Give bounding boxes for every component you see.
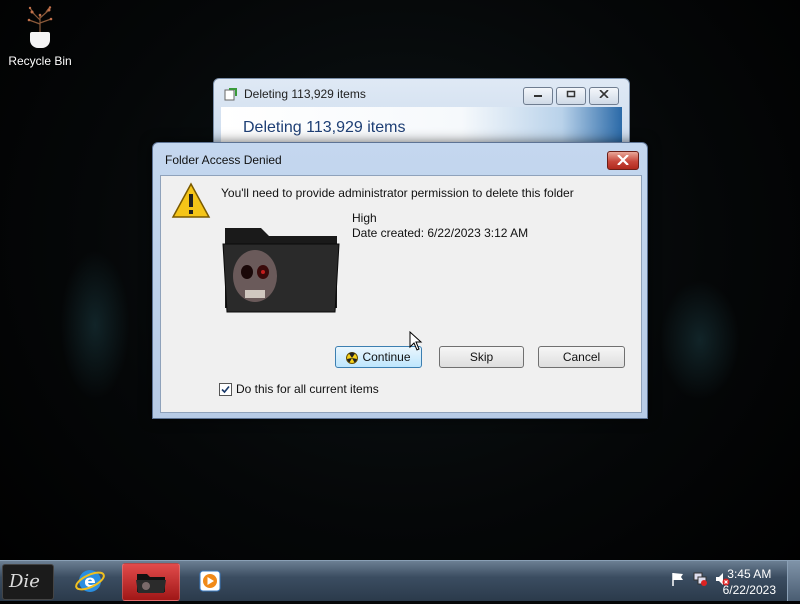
desktop-wallpaper-glow [60, 250, 130, 400]
apply-to-all-checkbox[interactable] [219, 382, 232, 396]
dialog-titlebar[interactable]: Folder Access Denied [153, 143, 647, 175]
media-player-icon [199, 570, 221, 592]
taskbar-clock[interactable]: 3:45 AM 6/22/2023 [723, 566, 776, 598]
show-desktop-button[interactable] [787, 561, 800, 601]
start-button[interactable]: Die [2, 564, 54, 600]
apply-to-all-row[interactable]: Do this for all current items [219, 382, 379, 396]
recycle-bin-icon [20, 6, 60, 50]
warning-icon [171, 182, 211, 218]
checkmark-icon [221, 385, 230, 393]
desktop-wallpaper-glow [660, 280, 740, 400]
dialog-message: You'll need to provide administrator per… [221, 186, 574, 200]
folder-name: High [352, 211, 377, 225]
taskbar: Die e 3:45 AM 6/22/2023 [0, 560, 800, 601]
mouse-cursor-icon [409, 331, 423, 351]
maximize-icon [566, 90, 576, 98]
minimize-icon [534, 95, 542, 97]
action-center-icon[interactable] [670, 571, 686, 587]
skull-folder-icon [222, 228, 340, 313]
taskbar-internet-explorer[interactable]: e [62, 563, 118, 599]
dialog-title: Folder Access Denied [165, 153, 282, 167]
radiation-shield-icon [346, 351, 359, 364]
folder-access-denied-dialog[interactable]: Folder Access Denied You'll need to prov… [152, 142, 648, 419]
dialog-body: You'll need to provide administrator per… [160, 175, 642, 413]
taskbar-windows-explorer[interactable] [122, 563, 180, 601]
close-button[interactable] [589, 87, 619, 105]
apply-to-all-label: Do this for all current items [236, 382, 379, 396]
close-icon [617, 155, 629, 165]
progress-status-text: Deleting 113,929 items [243, 119, 406, 136]
maximize-button[interactable] [556, 87, 586, 105]
network-icon[interactable] [692, 571, 708, 587]
close-icon [599, 89, 609, 99]
ie-icon: e [75, 570, 105, 592]
system-tray [670, 571, 730, 587]
skip-button[interactable]: Skip [439, 346, 524, 368]
clock-time: 3:45 AM [727, 567, 772, 581]
window-title: Deleting 113,929 items [244, 87, 366, 101]
clock-date: 6/22/2023 [722, 583, 776, 597]
start-button-label: Die [9, 571, 40, 592]
cancel-button[interactable]: Cancel [538, 346, 625, 368]
minimize-button[interactable] [523, 87, 553, 105]
delete-progress-icon [224, 88, 237, 101]
taskbar-media-player[interactable] [182, 563, 238, 599]
folder-icon [136, 574, 166, 593]
desktop-icon-label: Recycle Bin [8, 54, 72, 68]
desktop-icon-recycle-bin[interactable]: Recycle Bin [6, 6, 74, 68]
dialog-close-button[interactable] [607, 151, 639, 170]
folder-date-created: Date created: 6/22/2023 3:12 AM [352, 226, 529, 240]
continue-button-label: Continue [362, 350, 411, 364]
